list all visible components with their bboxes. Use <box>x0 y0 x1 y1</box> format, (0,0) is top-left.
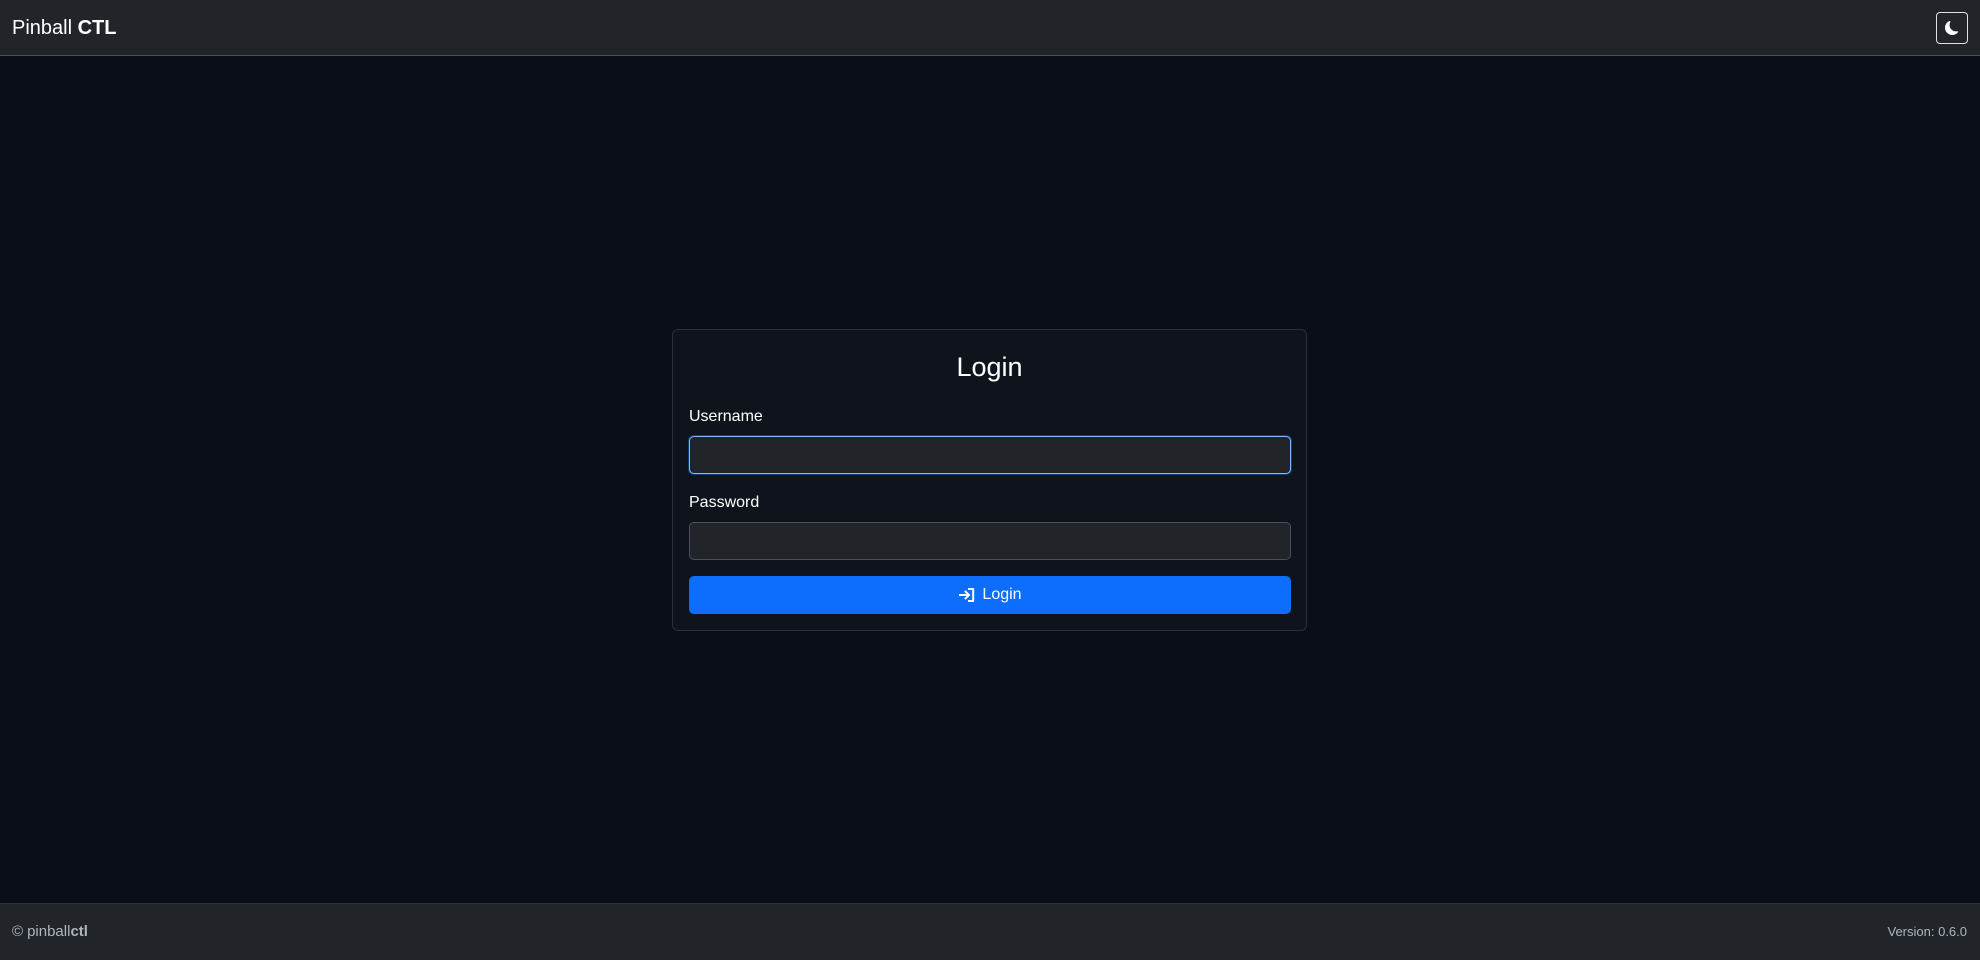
username-input[interactable] <box>689 436 1291 474</box>
footer-copyright: © pinballctl <box>12 923 88 941</box>
brand-logo-link[interactable]: Pinball CTL <box>12 15 117 41</box>
copyright-symbol: © <box>12 923 24 940</box>
top-navbar: Pinball CTL <box>0 0 1980 56</box>
brand-prefix: Pinball <box>12 17 73 39</box>
version-label: Version: 0.6.0 <box>1887 924 1968 939</box>
theme-toggle-button[interactable] <box>1936 12 1968 44</box>
login-button-label: Login <box>982 586 1022 603</box>
password-input[interactable] <box>689 522 1291 560</box>
password-label: Password <box>689 494 760 511</box>
sign-in-icon <box>959 588 975 602</box>
page: Pinball CTL Login Username Password Logi… <box>0 0 1980 960</box>
footer-brand-strong: ctl <box>70 923 88 940</box>
brand-strong: CTL <box>77 17 117 39</box>
login-card: Login Username Password Login <box>672 329 1307 631</box>
login-button[interactable]: Login <box>689 576 1291 614</box>
login-title: Login <box>956 352 1023 382</box>
username-label: Username <box>689 408 763 425</box>
moon-icon <box>1945 21 1959 35</box>
footer: © pinballctl Version: 0.6.0 <box>0 903 1980 960</box>
footer-brand-prefix: pinball <box>27 923 71 940</box>
